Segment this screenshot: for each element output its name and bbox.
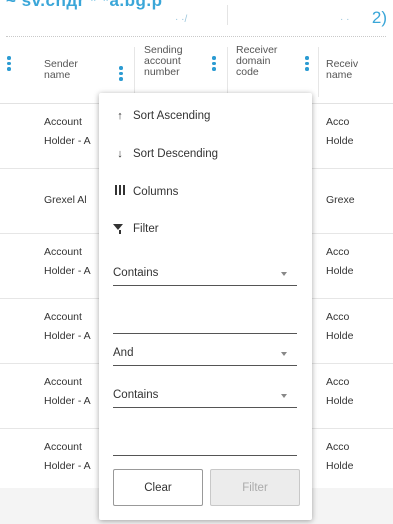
cell-sender-name: Account Holder - A: [44, 311, 91, 342]
header-right-fragment: 2): [371, 8, 387, 27]
column-separator: [227, 47, 228, 97]
cell-sender-name: Account Holder - A: [44, 246, 91, 277]
column-menu-popup: ↑ Sort Ascending ↓ Sort Descending Colum…: [99, 93, 312, 520]
filter-item[interactable]: Filter: [113, 223, 159, 235]
column-header-sender-name[interactable]: Sender name: [44, 59, 78, 81]
column-menu-icon-sender-name[interactable]: [119, 66, 123, 83]
funnel-icon: [113, 223, 127, 234]
column-menu-icon-sending-account[interactable]: [212, 56, 216, 73]
cell-sender-name: Account Holder - A: [44, 376, 91, 407]
cell-sender-name: Grexel Al: [44, 194, 87, 206]
sort-ascending-item[interactable]: ↑ Sort Ascending: [113, 110, 210, 122]
clear-button[interactable]: Clear: [113, 469, 203, 506]
filter-value-input-2[interactable]: [113, 433, 297, 456]
page-header: ~ sv.cnдr * *a.bg.p · ·/ · · 2): [0, 0, 393, 36]
cell-receiver-name: Acco Holde: [326, 116, 354, 147]
column-separator: [134, 47, 135, 97]
header-fragment-2: · ·: [340, 14, 350, 25]
header-divider: [227, 5, 228, 25]
filter-condition-select-1[interactable]: Contains: [113, 263, 297, 286]
column-menu-icon-receiver-domain[interactable]: [305, 56, 309, 73]
cell-receiver-name: Grexe: [326, 194, 355, 206]
column-header-receiver-name[interactable]: Receiv name: [326, 59, 358, 81]
sort-descending-item[interactable]: ↓ Sort Descending: [113, 148, 218, 160]
header-fragment: · ·/: [175, 14, 188, 25]
page-title: ~ sv.cnдr * *a.bg.p: [6, 0, 163, 10]
cell-receiver-name: Acco Holde: [326, 376, 354, 407]
column-header-receiver-domain[interactable]: Receiver domain code: [236, 45, 277, 78]
column-header-sending-account[interactable]: Sending account number: [144, 45, 183, 78]
column-menu-icon[interactable]: [7, 56, 11, 73]
columns-item[interactable]: Columns: [113, 185, 178, 198]
cell-receiver-name: Acco Holde: [326, 441, 354, 472]
filter-operator-select[interactable]: And: [113, 343, 297, 366]
columns-icon: [113, 185, 127, 198]
chevron-down-icon: [281, 272, 287, 276]
cell-sender-name: Account Holder - A: [44, 116, 91, 147]
filter-condition-select-2[interactable]: Contains: [113, 385, 297, 408]
filter-value-input-1[interactable]: [113, 311, 297, 334]
cell-receiver-name: Acco Holde: [326, 246, 354, 277]
arrow-down-icon: ↓: [117, 148, 123, 160]
arrow-up-icon: ↑: [117, 110, 123, 122]
cell-sender-name: Account Holder - A: [44, 441, 91, 472]
chevron-down-icon: [281, 394, 287, 398]
cell-receiver-name: Acco Holde: [326, 311, 354, 342]
chevron-down-icon: [281, 352, 287, 356]
apply-filter-button[interactable]: Filter: [210, 469, 300, 506]
column-separator: [318, 47, 319, 97]
